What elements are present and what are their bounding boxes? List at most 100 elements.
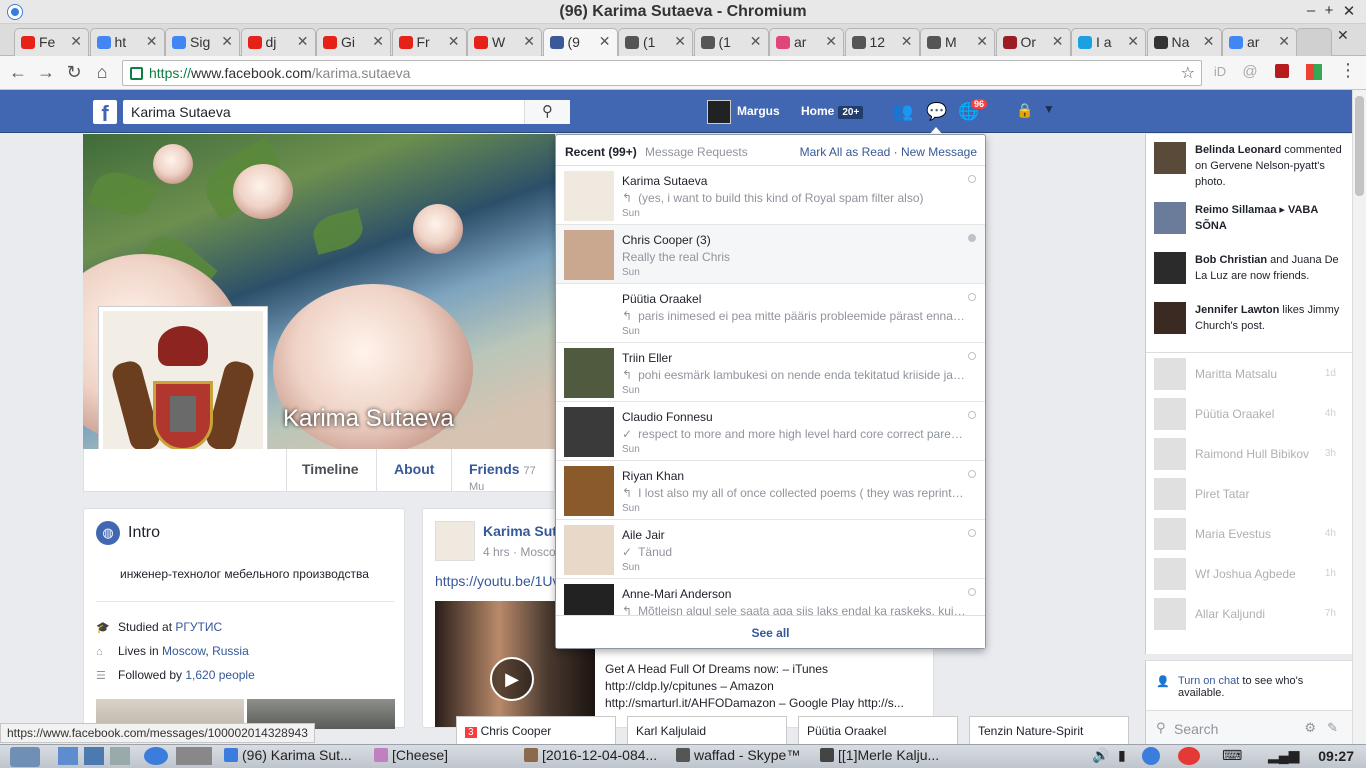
close-tab-icon[interactable]: ✕	[599, 33, 611, 50]
close-tab-icon[interactable]: ✕	[372, 33, 384, 50]
browser-tab[interactable]: (1 ✕	[693, 28, 769, 56]
network-icon[interactable]: ▂▄▆	[1268, 747, 1299, 767]
play-icon[interactable]: ▶	[490, 657, 534, 701]
school-link[interactable]: РГУТИС	[175, 620, 222, 634]
see-all-link[interactable]: See all	[556, 615, 985, 648]
chat-contact[interactable]: Raimond Hull Bibikov 3h	[1154, 438, 1344, 470]
avatar[interactable]	[435, 521, 475, 561]
mark-read-toggle[interactable]	[968, 411, 976, 419]
window-icon[interactable]	[110, 747, 130, 765]
address-bar[interactable]: https://www.facebook.com/karima.sutaeva …	[122, 60, 1202, 86]
browser-tab[interactable]: Fr ✕	[391, 28, 467, 56]
post-author[interactable]: Karima Sut	[483, 523, 557, 539]
keyboard-icon[interactable]: ⌨	[1222, 747, 1242, 767]
turn-on-chat-link[interactable]: Turn on chat	[1178, 675, 1239, 687]
close-tab-icon[interactable]: ✕	[146, 33, 158, 50]
message-thread[interactable]: Karima Sutaeva ↰ (yes, i want to build thi…	[556, 166, 985, 225]
close-window-icon[interactable]: ✕	[1340, 2, 1358, 20]
maximize-icon[interactable]: +	[1320, 2, 1338, 19]
browser-tab[interactable]: M ✕	[920, 28, 995, 56]
avatar[interactable]	[707, 100, 731, 124]
close-tab-icon[interactable]: ✕	[1127, 33, 1139, 50]
tab-message-requests[interactable]: Message Requests	[645, 145, 748, 159]
close-tab-icon[interactable]: ✕	[70, 33, 82, 50]
mark-read-toggle[interactable]	[968, 470, 976, 478]
browser-tab[interactable]: dj ✕	[240, 28, 316, 56]
privacy-shortcuts-icon[interactable]: 🔒	[1014, 102, 1036, 122]
taskbar-window[interactable]: [[1]Merle Kalju...	[820, 747, 939, 767]
browser-tab[interactable]: Gi ✕	[316, 28, 391, 56]
browser-tab[interactable]: Sig ✕	[165, 28, 240, 56]
chat-contact[interactable]: Allar Kaljundi 7h	[1154, 598, 1344, 630]
volume-icon[interactable]: 🔊	[1092, 747, 1109, 767]
page-scrollbar[interactable]	[1352, 90, 1366, 744]
browser-tab[interactable]: (1 ✕	[618, 28, 693, 56]
desktop-icon[interactable]	[176, 747, 212, 765]
browser-tab[interactable]: W ✕	[467, 28, 542, 56]
tab-about[interactable]: About	[394, 461, 434, 477]
followers-link[interactable]: 1,620 people	[185, 668, 254, 682]
new-message-link[interactable]: New Message	[901, 145, 977, 159]
extension-at-icon[interactable]: @	[1240, 63, 1260, 80]
post-link[interactable]: https://youtu.be/1Uv	[435, 573, 560, 589]
message-thread[interactable]: Aile Jair ✓ Tänud Sun	[556, 520, 985, 579]
extension-id-icon[interactable]: iD	[1210, 64, 1230, 79]
close-tab-icon[interactable]: ✕	[1203, 33, 1215, 50]
friend-requests-icon[interactable]: 👥	[892, 102, 914, 122]
close-tab-icon[interactable]: ✕	[976, 33, 988, 50]
mark-read-toggle[interactable]	[968, 234, 976, 242]
new-tab-button[interactable]	[1296, 28, 1332, 56]
compose-icon[interactable]: ✎	[1327, 720, 1338, 736]
chat-contact[interactable]: Püütia Oraakel 4h	[1154, 398, 1344, 430]
close-tab-icon[interactable]: ✕	[1052, 33, 1064, 50]
message-thread[interactable]: Anne-Mari Anderson ↰ Mõtleisn algul sele s…	[556, 579, 985, 616]
chat-tab[interactable]: Tenzin Nature-Spirit	[969, 716, 1129, 744]
close-window-icon[interactable]: ✕	[1337, 27, 1349, 44]
message-thread[interactable]: Chris Cooper (3) Really the real Chris Sun	[556, 225, 985, 284]
start-menu-button[interactable]	[10, 747, 40, 767]
messages-icon[interactable]: 💬	[926, 102, 948, 122]
reload-icon[interactable]: ↻	[64, 62, 84, 83]
message-thread[interactable]: Claudio Fonnesu ✓ respect to more and more…	[556, 402, 985, 461]
minimize-icon[interactable]: –	[1302, 2, 1320, 19]
chat-tab[interactable]: Püütia Oraakel	[798, 716, 958, 744]
city-link[interactable]: Moscow	[162, 644, 205, 658]
mark-read-toggle[interactable]	[968, 588, 976, 596]
home-icon[interactable]: ⌂	[92, 62, 112, 83]
account-menu-chevron-down-icon[interactable]: ▼	[1038, 102, 1060, 122]
browser-tab[interactable]: I a ✕	[1071, 28, 1146, 56]
mark-all-read-link[interactable]: Mark All as Read	[800, 145, 891, 159]
taskbar-window[interactable]: [Cheese]	[374, 747, 448, 767]
chat-tab[interactable]: 3 Chris Cooper	[456, 716, 616, 744]
chromium-tray-icon[interactable]	[1142, 747, 1160, 765]
message-thread[interactable]: Triin Eller ↰ pohi eesmärk lambukesi on ne…	[556, 343, 985, 402]
close-tab-icon[interactable]: ✕	[448, 33, 460, 50]
facebook-logo-icon[interactable]: f	[93, 100, 117, 126]
close-tab-icon[interactable]: ✕	[750, 33, 762, 50]
search-icon[interactable]: ⚲	[524, 100, 570, 124]
file-manager-icon[interactable]	[58, 747, 78, 765]
browser-tab[interactable]: ht ✕	[89, 28, 165, 56]
close-tab-icon[interactable]: ✕	[1278, 33, 1290, 50]
mark-read-toggle[interactable]	[968, 352, 976, 360]
profile-link[interactable]: Margus	[737, 104, 780, 118]
menu-icon[interactable]: ⋮	[1338, 60, 1358, 81]
tab-recent[interactable]: Recent (99+)	[565, 145, 637, 159]
chat-contact[interactable]: Wf Joshua Agbede 1h	[1154, 558, 1344, 590]
browser-tab[interactable]: Or ✕	[995, 28, 1071, 56]
ublock-icon[interactable]	[1275, 64, 1289, 78]
browser-tab[interactable]: Fe ✕	[14, 28, 89, 56]
skype-tray-icon[interactable]	[1178, 747, 1200, 765]
chat-contact[interactable]: Piret Tatar	[1154, 478, 1344, 510]
battery-icon[interactable]: ▮	[1118, 747, 1126, 767]
home-link[interactable]: Home 20+	[801, 104, 864, 119]
mark-read-toggle[interactable]	[968, 529, 976, 537]
tab-timeline[interactable]: Timeline	[302, 461, 359, 477]
forward-icon[interactable]: →	[36, 62, 56, 83]
chat-tab[interactable]: Karl Kaljulaid	[627, 716, 787, 744]
close-tab-icon[interactable]: ✕	[901, 33, 913, 50]
mark-read-toggle[interactable]	[968, 175, 976, 183]
chat-contact[interactable]: Maria Evestus 4h	[1154, 518, 1344, 550]
mark-read-toggle[interactable]	[968, 293, 976, 301]
taskbar-window[interactable]: [2016-12-04-084...	[524, 747, 657, 767]
